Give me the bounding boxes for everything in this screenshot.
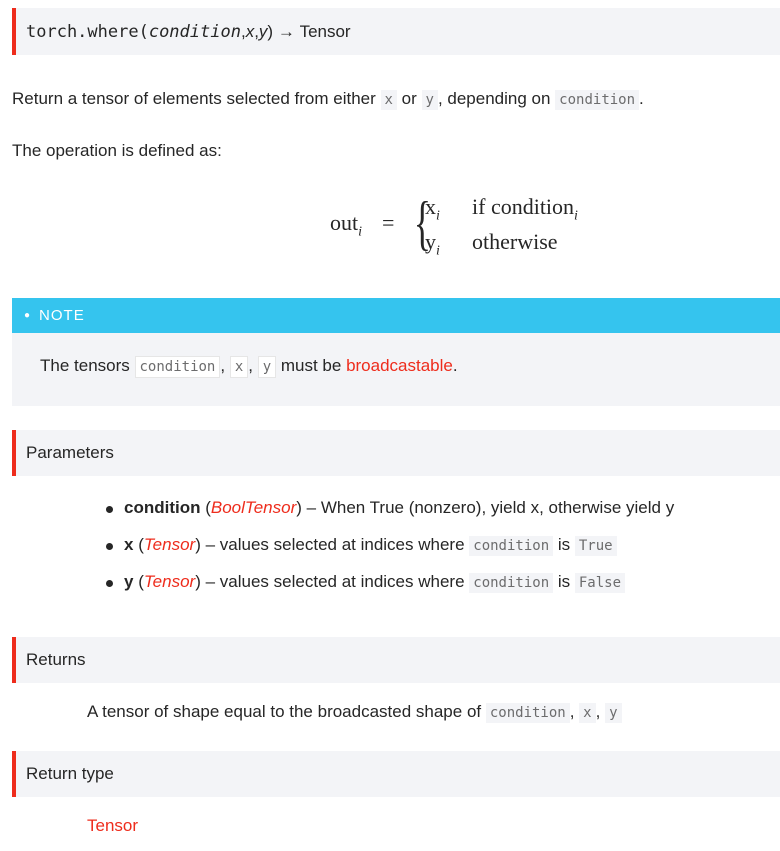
param-type-link[interactable]: BoolTensor bbox=[211, 498, 296, 517]
param-name: x bbox=[124, 535, 134, 554]
code: condition bbox=[469, 573, 554, 593]
code-y: y bbox=[421, 90, 438, 110]
sub: i bbox=[358, 224, 363, 240]
arrow-icon: → bbox=[277, 21, 295, 41]
code-x: x bbox=[579, 703, 596, 723]
code-x: x bbox=[380, 90, 397, 110]
text: A tensor of shape equal to the broadcast… bbox=[87, 702, 486, 721]
function-name: torch.where( bbox=[26, 21, 149, 42]
text: or bbox=[396, 89, 422, 108]
note-header: ● NOTE bbox=[12, 298, 780, 333]
param-x: x bbox=[245, 21, 255, 41]
paren: ) bbox=[267, 21, 274, 41]
note-title: NOTE bbox=[39, 307, 85, 324]
intro-paragraph: Return a tensor of elements selected fro… bbox=[12, 89, 644, 110]
formula: outi = { xi if conditioni yi otherwise bbox=[330, 190, 630, 265]
y-val: y bbox=[425, 229, 436, 254]
param-item: y (Tensor) – values selected at indices … bbox=[105, 570, 674, 607]
code-condition: condition bbox=[555, 90, 640, 110]
note-box: ● NOTE The tensors condition, x, y must b… bbox=[12, 298, 780, 406]
text: , bbox=[220, 356, 230, 375]
returns-text: A tensor of shape equal to the broadcast… bbox=[87, 702, 622, 723]
function-signature: torch.where(condition, x, y) → Tensor bbox=[12, 8, 780, 55]
param-name: condition bbox=[124, 498, 201, 517]
parameters-header: Parameters bbox=[12, 430, 780, 476]
text: , bbox=[595, 702, 606, 721]
text: must be bbox=[276, 356, 347, 375]
defined-text: The operation is defined as: bbox=[12, 141, 222, 160]
param-desc: – When True (nonzero), yield x, otherwis… bbox=[301, 498, 675, 517]
return-type: Tensor bbox=[299, 21, 351, 41]
note-body: The tensors condition, x, y must be broa… bbox=[12, 333, 780, 378]
text: , depending on bbox=[437, 89, 556, 108]
param-condition: condition bbox=[148, 21, 241, 42]
parameters-list: condition (BoolTensor) – When True (nonz… bbox=[105, 496, 675, 607]
code-x: x bbox=[229, 356, 249, 378]
sub: i bbox=[574, 208, 578, 224]
param-item: x (Tensor) – values selected at indices … bbox=[105, 533, 674, 570]
text: . bbox=[639, 89, 644, 108]
formula-lhs: out bbox=[330, 210, 359, 235]
text: is bbox=[553, 535, 575, 554]
otherwise: otherwise bbox=[472, 229, 558, 254]
return-type-header: Return type bbox=[12, 751, 780, 797]
cond: if condition bbox=[472, 194, 575, 219]
code-y: y bbox=[257, 356, 277, 378]
text: , bbox=[569, 702, 580, 721]
code: False bbox=[574, 573, 626, 593]
text: Return a tensor of elements selected fro… bbox=[12, 89, 381, 108]
code: True bbox=[574, 536, 617, 556]
text: , bbox=[248, 356, 258, 375]
equals: = bbox=[382, 210, 395, 235]
sub: i bbox=[436, 243, 440, 259]
return-type-link[interactable]: Tensor bbox=[87, 816, 138, 836]
code-condition: condition bbox=[134, 356, 221, 378]
param-type-link[interactable]: Tensor bbox=[144, 535, 195, 554]
bullet-icon: ● bbox=[24, 310, 32, 321]
param-type-link[interactable]: Tensor bbox=[144, 572, 195, 591]
broadcastable-link[interactable]: broadcastable bbox=[346, 356, 453, 375]
text: The tensors bbox=[40, 356, 135, 375]
param-desc: – values selected at indices where bbox=[200, 535, 470, 554]
code: condition bbox=[469, 536, 554, 556]
code-y: y bbox=[605, 703, 622, 723]
code-condition: condition bbox=[485, 703, 570, 723]
param-y: y bbox=[258, 21, 268, 41]
param-item: condition (BoolTensor) – When True (nonz… bbox=[105, 496, 675, 533]
param-desc: – values selected at indices where bbox=[200, 572, 470, 591]
text: . bbox=[452, 356, 458, 375]
text: is bbox=[553, 572, 575, 591]
x-val: x bbox=[425, 194, 436, 219]
sub: i bbox=[436, 208, 440, 224]
returns-header: Returns bbox=[12, 637, 780, 683]
param-name: y bbox=[124, 572, 134, 591]
